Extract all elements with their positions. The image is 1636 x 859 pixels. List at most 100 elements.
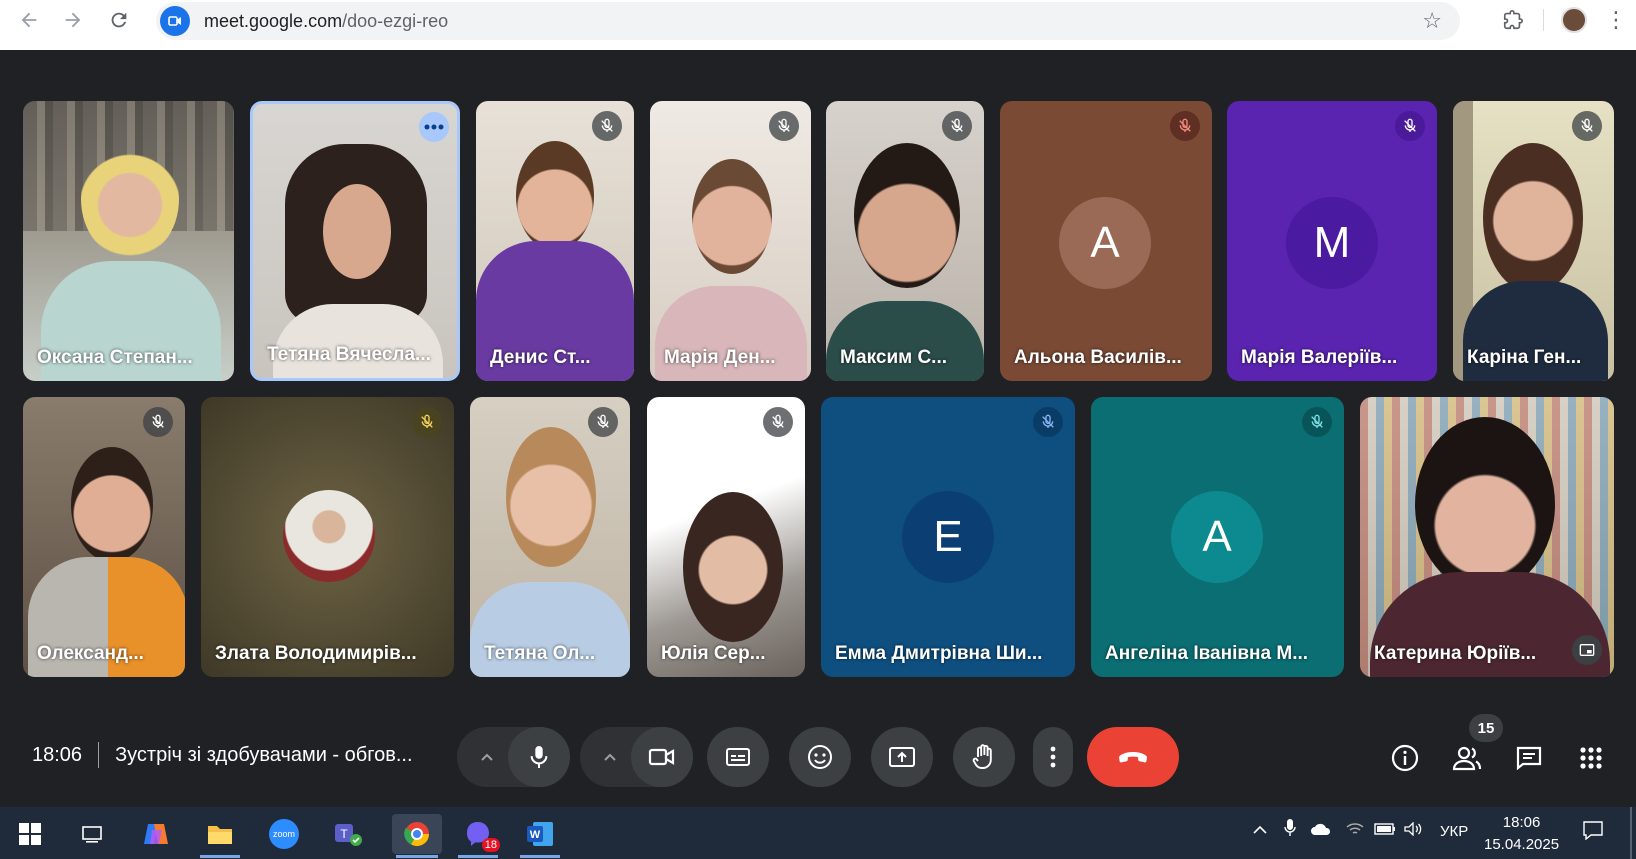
participant-video <box>683 492 783 642</box>
video-settings-button[interactable] <box>586 727 634 787</box>
browser-menu-icon[interactable]: ⋮ <box>1596 7 1636 33</box>
word-app-icon[interactable]: W <box>518 814 562 854</box>
url-path: /doo-ezgi-reo <box>342 10 449 31</box>
participant-name: Емма Дмитрівна Ши... <box>835 643 1043 664</box>
participant-tile-speaking[interactable]: Тетяна Вячесла... <box>250 101 460 381</box>
apps-grid-icon <box>1580 747 1602 769</box>
participant-tile[interactable]: Каріна Ген... <box>1453 101 1614 381</box>
participant-name: Олександ... <box>37 643 144 664</box>
muted-icon <box>942 111 972 141</box>
camera-button[interactable] <box>631 727 693 787</box>
participant-name: Альона Василів... <box>1014 347 1182 368</box>
clock-date: 15.04.2025 <box>1484 836 1560 853</box>
wifi-tray-icon[interactable] <box>1346 822 1364 840</box>
participant-tile[interactable]: Тетяна Ол... <box>470 397 630 677</box>
meeting-time: 18:06 <box>32 743 83 766</box>
svg-text:W: W <box>530 829 541 841</box>
input-language-indicator[interactable]: УКР <box>1440 823 1468 840</box>
viber-app-icon[interactable]: 18 <box>456 814 500 854</box>
muted-icon <box>592 111 622 141</box>
participant-avatar: А <box>1059 197 1151 289</box>
muted-icon <box>1395 111 1425 141</box>
participant-tile[interactable]: Денис Ст... <box>476 101 634 381</box>
meeting-title[interactable]: Зустріч зі здобувачами - обгов... <box>115 744 412 767</box>
participant-name: Оксана Степан... <box>37 347 193 368</box>
info-icon <box>1391 744 1419 772</box>
participant-tile[interactable]: Юлія Сер... <box>647 397 805 677</box>
participant-tile[interactable]: Олександ... <box>23 397 185 677</box>
taskbar-clock[interactable]: 18:06 15.04.2025 <box>1484 812 1559 856</box>
profile-button[interactable] <box>1552 7 1596 33</box>
participant-name: Юлія Сер... <box>661 643 766 664</box>
bookmark-star-icon[interactable]: ☆ <box>1422 8 1442 34</box>
participant-tile[interactable]: Е Емма Дмитрівна Ши... <box>821 397 1075 677</box>
start-button[interactable] <box>8 814 52 854</box>
reload-button[interactable] <box>96 0 142 40</box>
participant-name: Марія Ден... <box>664 347 776 368</box>
file-explorer-app-icon[interactable] <box>198 814 242 854</box>
url-text: meet.google.com/doo-ezgi-reo <box>204 11 448 32</box>
leave-call-button[interactable] <box>1087 727 1179 787</box>
present-screen-button[interactable] <box>871 727 933 787</box>
viber-unread-badge: 18 <box>481 838 500 852</box>
microphone-button[interactable] <box>508 727 570 787</box>
address-bar[interactable]: meet.google.com/doo-ezgi-reo ☆ <box>156 2 1460 40</box>
reactions-button[interactable] <box>789 727 851 787</box>
microphone-tray-icon[interactable] <box>1284 818 1296 842</box>
more-options-button[interactable] <box>1033 727 1073 787</box>
participant-video <box>81 139 179 259</box>
more-options-button[interactable] <box>419 112 449 142</box>
notifications-icon[interactable] <box>1582 820 1604 844</box>
participant-tile[interactable]: А Ангеліна Іванівна М... <box>1091 397 1344 677</box>
picture-in-picture-icon[interactable] <box>1572 635 1602 665</box>
audio-settings-button[interactable] <box>463 727 511 787</box>
raise-hand-button[interactable] <box>953 727 1015 787</box>
profile-avatar <box>1561 7 1587 33</box>
participant-tile[interactable]: Максим С... <box>826 101 984 381</box>
clock-time: 18:06 <box>1502 814 1541 831</box>
activities-button[interactable] <box>1571 738 1611 778</box>
meeting-info: 18:06 Зустріч зі здобувачами - обгов... <box>32 742 413 768</box>
participant-name: Каріна Ген... <box>1467 347 1582 368</box>
participant-tile[interactable]: Злата Володимирів... <box>201 397 454 677</box>
zoom-app-icon[interactable]: zoom <box>262 814 306 854</box>
participant-tile[interactable]: Оксана Степан... <box>23 101 234 381</box>
participant-name: Денис Ст... <box>490 347 591 368</box>
participant-video <box>1415 417 1555 592</box>
battery-tray-icon[interactable] <box>1374 822 1396 839</box>
teams-app-icon[interactable]: T <box>326 814 370 854</box>
task-view-button[interactable] <box>70 814 114 854</box>
participant-name: Марія Валеріїв... <box>1241 347 1398 368</box>
microphone-icon <box>530 746 548 768</box>
muted-icon <box>769 111 799 141</box>
participant-tile[interactable]: Марія Ден... <box>650 101 811 381</box>
onedrive-tray-icon[interactable] <box>1310 822 1332 840</box>
captions-button[interactable] <box>707 727 769 787</box>
participant-video <box>71 447 153 562</box>
chrome-app-icon[interactable] <box>392 814 442 854</box>
emoji-icon <box>808 745 832 769</box>
participant-body <box>273 304 443 378</box>
volume-tray-icon[interactable] <box>1404 821 1422 840</box>
meeting-details-button[interactable] <box>1385 738 1425 778</box>
participant-tile[interactable]: Катерина Юріїв... <box>1360 397 1614 677</box>
extensions-icon[interactable] <box>1491 9 1535 31</box>
participant-tile[interactable]: М Марія Валеріїв... <box>1227 101 1437 381</box>
more-horiz-icon <box>424 124 444 130</box>
participant-name: Ангеліна Іванівна М... <box>1105 643 1309 664</box>
forward-button[interactable] <box>50 0 96 40</box>
copilot-app-icon[interactable] <box>134 814 178 854</box>
active-app-indicator <box>520 855 560 858</box>
participant-tile[interactable]: А Альона Василів... <box>1000 101 1212 381</box>
people-count-badge: 15 <box>1469 714 1503 742</box>
tray-expand-icon[interactable] <box>1252 822 1268 839</box>
people-button[interactable] <box>1447 738 1487 778</box>
browser-toolbar: meet.google.com/doo-ezgi-reo ☆ ⋮ <box>0 0 1636 50</box>
url-host: meet.google.com <box>204 10 343 31</box>
chevron-up-icon <box>481 753 493 761</box>
chat-button[interactable] <box>1509 738 1549 778</box>
show-desktop-button[interactable] <box>1630 807 1632 859</box>
back-button[interactable] <box>6 0 52 40</box>
participant-avatar-photo <box>283 490 375 582</box>
muted-icon <box>1033 407 1063 437</box>
